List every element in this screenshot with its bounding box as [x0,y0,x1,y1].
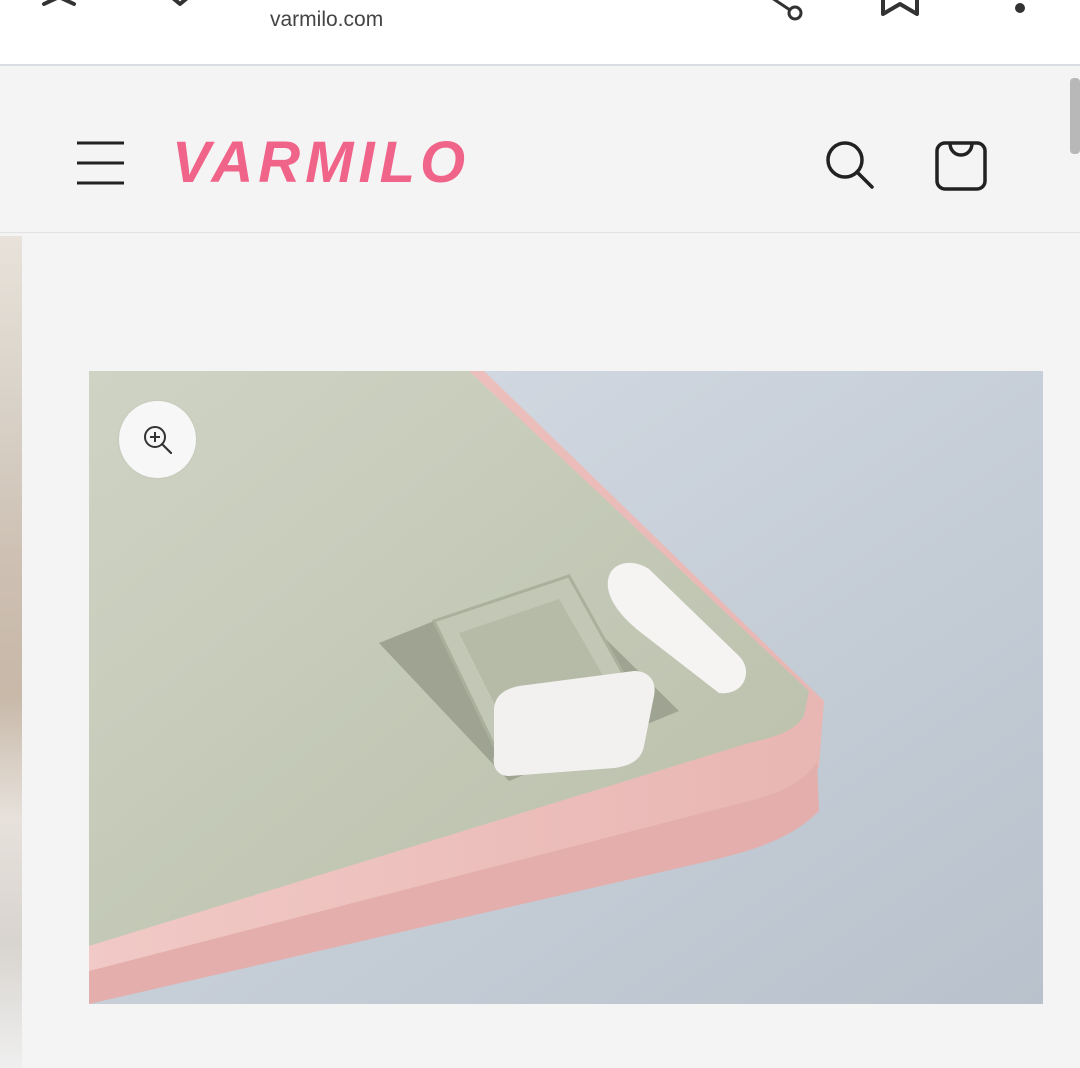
bookmark-icon[interactable] [880,0,920,18]
keyboard-photo [89,371,1043,1004]
browser-toolbar: varmilo.com [0,0,1080,66]
adjacent-slide-peek[interactable] [0,236,22,1068]
search-icon[interactable] [824,139,876,191]
cart-icon[interactable] [934,137,990,193]
scrollbar[interactable] [1070,78,1080,154]
share-icon[interactable] [755,0,807,22]
zoom-in-icon [144,426,173,455]
close-icon[interactable] [40,0,80,14]
zoom-button[interactable] [119,401,196,478]
product-image[interactable] [89,371,1043,1004]
chevron-down-icon[interactable] [165,0,195,12]
menu-icon[interactable] [76,140,126,188]
more-vert-icon[interactable] [1012,0,1028,16]
brand-logo[interactable]: VARMILO [172,133,470,193]
url-text[interactable]: varmilo.com [270,8,383,32]
site-header [0,66,1080,233]
